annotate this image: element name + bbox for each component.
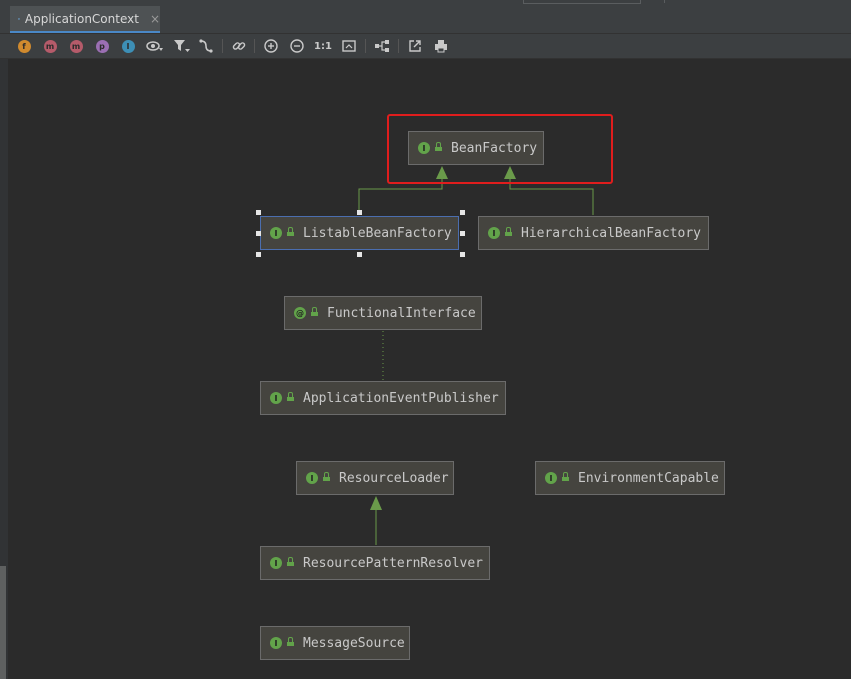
public-access-icon [287, 392, 294, 401]
interface-icon: I [270, 557, 282, 569]
public-access-icon [323, 472, 330, 481]
node-resource-pattern-resolver[interactable]: I ResourcePatternResolver [260, 546, 490, 580]
selection-handle[interactable] [256, 231, 261, 236]
node-label: ResourceLoader [339, 470, 449, 486]
selection-handle[interactable] [357, 252, 362, 257]
public-access-icon [287, 637, 294, 646]
node-listable-bean-factory[interactable]: I ListableBeanFactory [260, 216, 459, 250]
selection-handle[interactable] [357, 210, 362, 215]
node-label: HierarchicalBeanFactory [521, 225, 702, 241]
annotation-icon: @ [294, 307, 306, 319]
interface-icon: I [545, 472, 557, 484]
selection-handle[interactable] [256, 210, 261, 215]
selection-handle[interactable] [256, 252, 261, 257]
public-access-icon [311, 307, 318, 316]
node-label: EnvironmentCapable [578, 470, 719, 486]
node-environment-capable[interactable]: I EnvironmentCapable [535, 461, 725, 495]
interface-icon: I [270, 227, 282, 239]
node-label: ResourcePatternResolver [303, 555, 484, 571]
node-label: ApplicationEventPublisher [303, 390, 499, 406]
selection-handle[interactable] [460, 231, 465, 236]
node-label: FunctionalInterface [327, 305, 476, 321]
node-resource-loader[interactable]: I ResourceLoader [296, 461, 454, 495]
public-access-icon [287, 227, 294, 236]
node-functional-interface[interactable]: @ FunctionalInterface [284, 296, 482, 330]
node-label: ListableBeanFactory [303, 225, 452, 241]
node-application-event-publisher[interactable]: I ApplicationEventPublisher [260, 381, 506, 415]
public-access-icon [505, 227, 512, 236]
public-access-icon [562, 472, 569, 481]
highlight-annotation-box [387, 114, 613, 184]
edge-resolver-to-loader [370, 496, 382, 545]
interface-icon: I [270, 637, 282, 649]
interface-icon: I [488, 227, 500, 239]
interface-icon: I [306, 472, 318, 484]
public-access-icon [287, 557, 294, 566]
node-label: MessageSource [303, 635, 405, 651]
interface-icon: I [270, 392, 282, 404]
node-message-source[interactable]: I MessageSource [260, 626, 410, 660]
selection-handle[interactable] [460, 210, 465, 215]
node-hierarchical-bean-factory[interactable]: I HierarchicalBeanFactory [478, 216, 709, 250]
selection-handle[interactable] [460, 252, 465, 257]
